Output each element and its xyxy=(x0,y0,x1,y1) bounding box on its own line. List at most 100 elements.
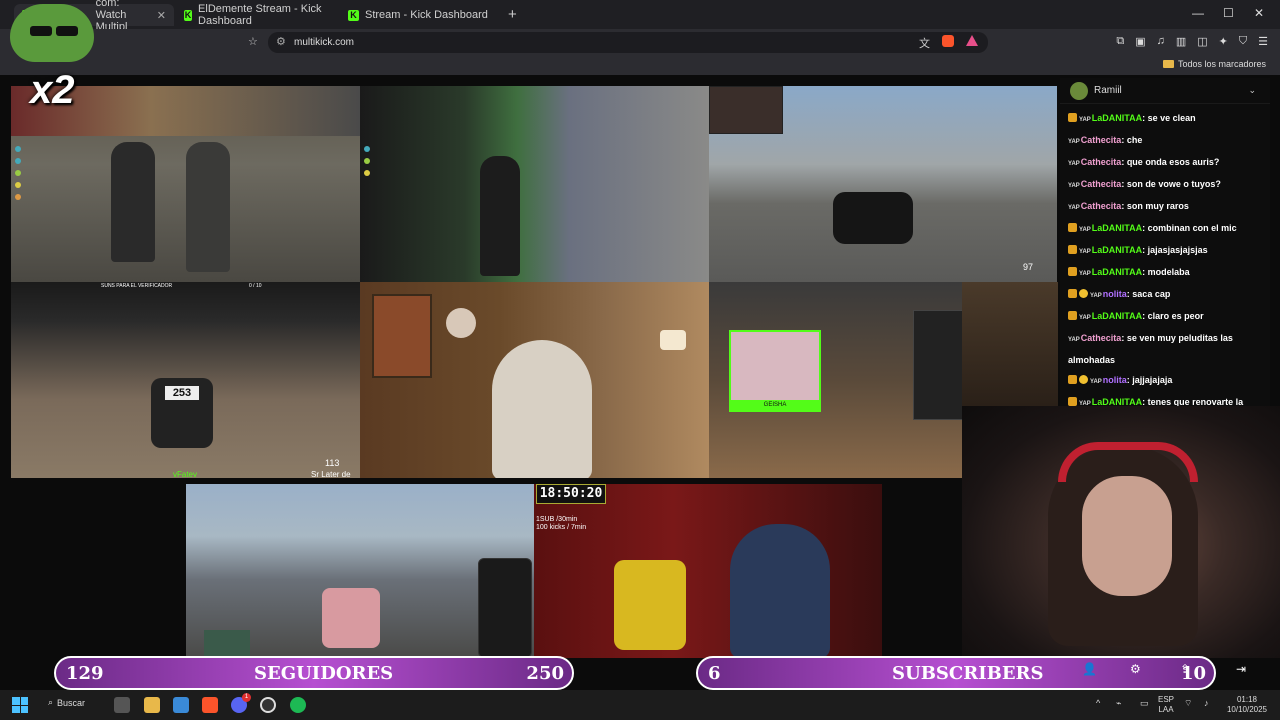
all-bookmarks-folder[interactable]: Todos los marcadores xyxy=(1162,59,1266,69)
stream-tile-8[interactable]: 18:50:20 1SUB /30min 100 kicks / 7min xyxy=(534,484,882,658)
character-figure xyxy=(111,142,155,262)
add-user-icon[interactable]: 👤 xyxy=(1082,662,1097,676)
extensions-icon[interactable]: ⧉ xyxy=(1116,35,1124,48)
brave-icon[interactable] xyxy=(202,697,218,713)
tab-eldemente[interactable]: K ElDemente Stream - Kick Dashboard xyxy=(176,3,338,27)
chat-username[interactable]: Cathecita xyxy=(1081,333,1122,343)
leo-icon[interactable]: ✦ xyxy=(1219,35,1228,48)
volume-icon[interactable]: ♪ xyxy=(1204,698,1209,708)
close-icon[interactable]: ✕ xyxy=(157,9,166,22)
stream-tile-6[interactable]: GEISHA xyxy=(709,282,962,478)
hud-status-icons xyxy=(15,146,21,200)
battery-icon[interactable]: ▭ xyxy=(1140,698,1149,709)
tab-stream[interactable]: K Stream - Kick Dashboard xyxy=(340,4,500,26)
wallet-icon[interactable]: ◫ xyxy=(1197,35,1207,48)
menu-icon[interactable]: ☰ xyxy=(1258,35,1268,48)
chat-username[interactable]: LaDANITAA xyxy=(1092,267,1142,277)
streamer-webcam xyxy=(962,406,1280,658)
sidebar-icon[interactable]: ▥ xyxy=(1176,35,1186,48)
chat-text: claro es peor xyxy=(1147,311,1204,321)
subscriber-badge-icon xyxy=(1068,311,1077,320)
spotify-icon[interactable] xyxy=(290,697,306,713)
chat-panel: Ramiil ⌄ YAPLaDANITAA: se ve clean YAPCat… xyxy=(1060,78,1270,429)
search-icon: ⌕ xyxy=(48,697,54,707)
chat-header[interactable]: Ramiil ⌄ xyxy=(1060,78,1270,104)
network-icon[interactable]: ⌁ xyxy=(1116,698,1121,709)
chat-username[interactable]: nolita xyxy=(1103,375,1127,385)
stream-tile-3[interactable]: 97 xyxy=(709,86,1057,282)
discord-icon[interactable]: 1 xyxy=(231,693,251,713)
stream-tile-5[interactable] xyxy=(360,282,709,478)
browser-tabbar: com: Watch Multipl ✕ K ElDemente Stream … xyxy=(0,0,1280,33)
followers-target: 250 xyxy=(526,662,564,684)
gifter-badge-icon xyxy=(1079,375,1088,384)
chat-username[interactable]: LaDANITAA xyxy=(1092,311,1142,321)
chat-text: combinan con el mic xyxy=(1147,223,1237,233)
obs-icon[interactable] xyxy=(260,697,276,713)
chat-username[interactable]: Cathecita xyxy=(1081,135,1122,145)
windows-start-icon[interactable] xyxy=(12,697,28,713)
chat-username[interactable]: LaDANITAA xyxy=(1092,113,1142,123)
exit-icon[interactable]: ⇥ xyxy=(1236,662,1246,676)
mission-label: SUNS PARA EL VERIFICADOR xyxy=(101,283,173,289)
chat-username[interactable]: Cathecita xyxy=(1081,157,1122,167)
new-tab-button[interactable]: + xyxy=(508,6,517,23)
clock[interactable]: 01:18 10/10/2025 xyxy=(1222,695,1272,715)
media-icon[interactable]: ♫ xyxy=(1157,35,1165,48)
facecam-inset: GEISHA xyxy=(729,330,821,412)
share-icon[interactable]: ⇪ xyxy=(1180,662,1190,676)
url-text: multikick.com xyxy=(294,37,355,48)
maximize-button[interactable]: ☐ xyxy=(1223,6,1234,20)
chat-text: saca cap xyxy=(1132,289,1171,299)
task-view-icon[interactable] xyxy=(114,697,130,713)
stream-tile-4[interactable]: SUNS PARA EL VERIFICADOR 0 / 10 253 113 … xyxy=(11,282,360,478)
chat-message: YAPLaDANITAA: modelaba xyxy=(1068,262,1262,284)
chat-channel-name: Ramiil xyxy=(1094,85,1122,96)
subscriber-badge-icon xyxy=(1068,223,1077,232)
site-info-icon[interactable]: ⚙ xyxy=(276,35,286,48)
chevron-down-icon[interactable]: ⌄ xyxy=(1248,85,1256,96)
bookmark-icon[interactable]: ☆ xyxy=(248,35,258,48)
chat-username[interactable]: LaDANITAA xyxy=(1092,245,1142,255)
taskbar-search[interactable]: ⌕ Buscar xyxy=(48,697,85,708)
chat-text: se ve clean xyxy=(1147,113,1196,123)
brave-rewards-icon[interactable] xyxy=(966,35,978,46)
chat-username[interactable]: Cathecita xyxy=(1081,201,1122,211)
brave-shields-icon[interactable] xyxy=(942,35,954,47)
subathon-timer: 18:50:20 xyxy=(536,484,606,504)
mission-counter: 0 / 10 xyxy=(249,283,262,289)
chat-message: YAPLaDANITAA: se ve clean xyxy=(1068,108,1262,130)
close-window-button[interactable]: ✕ xyxy=(1254,6,1264,20)
facecam-label: GEISHA xyxy=(731,400,819,410)
screenshot-icon[interactable]: ▣ xyxy=(1135,35,1145,48)
yap-badge: YAP xyxy=(1090,293,1102,299)
subs-label: SUBSCRIBERS xyxy=(892,662,1044,684)
vpn-icon[interactable]: ⛉ xyxy=(1239,35,1247,48)
address-bar[interactable]: ⚙ multikick.com 文 xyxy=(268,32,988,53)
minimize-button[interactable]: — xyxy=(1192,6,1204,20)
chat-text: jajasjasjajsjas xyxy=(1147,245,1208,255)
chevron-up-icon[interactable]: ^ xyxy=(1096,698,1100,708)
chat-text: che xyxy=(1126,135,1143,145)
chat-text: son de vowe o tuyos? xyxy=(1126,179,1221,189)
gear-icon[interactable]: ⚙ xyxy=(1130,662,1141,676)
stream-tile-7[interactable] xyxy=(186,484,534,658)
search-label: Buscar xyxy=(57,697,86,708)
chat-username[interactable]: LaDANITAA xyxy=(1092,223,1142,233)
tab-label: ElDemente Stream - Kick Dashboard xyxy=(198,3,322,27)
chat-username[interactable]: nolita xyxy=(1103,289,1127,299)
sunglasses-left xyxy=(30,26,52,36)
file-explorer-icon[interactable] xyxy=(144,697,160,713)
stream-tile-2[interactable] xyxy=(360,86,709,282)
gifter-badge-icon xyxy=(1079,289,1088,298)
translate-icon[interactable]: 文 xyxy=(919,35,930,51)
stream-tile-1[interactable] xyxy=(11,86,360,282)
police-car xyxy=(833,192,913,244)
wifi-icon[interactable]: ⌔ xyxy=(1184,698,1192,709)
chat-message: YAPnolita: jajjajajaja xyxy=(1068,370,1262,392)
chat-username[interactable]: Cathecita xyxy=(1081,179,1122,189)
subscriber-badge-icon xyxy=(1068,113,1077,122)
yap-badge: YAP xyxy=(1079,117,1091,123)
store-icon[interactable] xyxy=(173,697,189,713)
language-indicator[interactable]: ESP LAA xyxy=(1158,695,1174,715)
